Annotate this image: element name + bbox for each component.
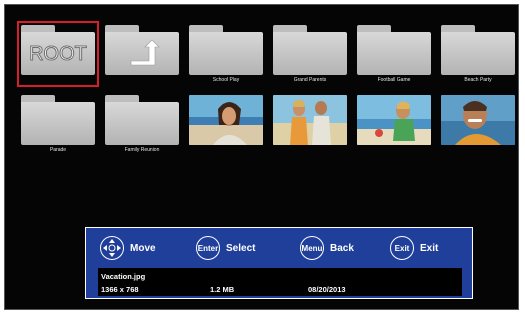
folder-label: Grand Parents <box>293 77 327 83</box>
file-date: 08/20/2013 <box>308 285 346 294</box>
select-label: Select <box>226 242 256 254</box>
photo-thumbnail <box>357 95 431 145</box>
folder-label: Beach Party <box>464 77 492 83</box>
photo-thumbnail <box>189 95 263 145</box>
folder-icon <box>441 25 515 75</box>
file-resolution: 1366 x 768 <box>101 285 139 294</box>
photo-tile-3[interactable] <box>355 93 433 155</box>
folder-icon <box>273 25 347 75</box>
folder-icon <box>189 25 263 75</box>
dpad-icon <box>100 236 124 260</box>
help-info-panel: Move Enter Select Menu Back Exit Exit Va… <box>85 227 473 299</box>
exit-hint: Exit Exit <box>390 234 438 262</box>
photo-tile-2[interactable] <box>271 93 349 155</box>
folder-icon <box>357 25 431 75</box>
file-name: Vacation.jpg <box>101 272 146 281</box>
folder-tile-football-game[interactable]: Football Game <box>355 23 433 85</box>
folder-icon <box>105 95 179 145</box>
folder-icon <box>21 95 95 145</box>
media-browser-screen: ROOT School Play Grand Parents Football … <box>4 4 519 310</box>
back-label: Back <box>330 242 354 254</box>
help-bar: Move Enter Select Menu Back Exit Exit <box>86 234 474 262</box>
root-folder-tile[interactable]: ROOT <box>17 21 99 87</box>
folder-label: Football Game <box>377 77 411 83</box>
photo-tile-1[interactable] <box>187 93 265 155</box>
up-arrow-icon <box>105 37 179 67</box>
folder-tile-school-play[interactable]: School Play <box>187 23 265 85</box>
folder-icon <box>105 25 179 75</box>
photo-thumbnail <box>273 95 347 145</box>
move-hint: Move <box>100 234 156 262</box>
select-hint: Enter Select <box>196 234 255 262</box>
folder-tile-parade[interactable]: Parade <box>19 93 97 155</box>
back-hint: Menu Back <box>300 234 354 262</box>
thumbnail-row-1: ROOT School Play Grand Parents Football … <box>17 21 518 93</box>
thumbnail-row-2: Parade Family Reunion <box>19 93 518 163</box>
photo-thumbnail <box>441 95 515 145</box>
exit-key-icon: Exit <box>390 236 414 260</box>
file-size: 1.2 MB <box>210 285 235 294</box>
folder-tile-family-reunion[interactable]: Family Reunion <box>103 93 181 155</box>
folder-tile-beach-party[interactable]: Beach Party <box>439 23 517 85</box>
folder-tile-grand-parents[interactable]: Grand Parents <box>271 23 349 85</box>
menu-key-icon: Menu <box>300 236 324 260</box>
up-folder-tile[interactable] <box>103 23 181 85</box>
exit-label: Exit <box>420 242 439 254</box>
root-label: ROOT <box>29 43 88 66</box>
folder-label: Parade <box>49 147 67 153</box>
move-label: Move <box>130 242 156 254</box>
folder-label: Family Reunion <box>124 147 160 153</box>
enter-key-icon: Enter <box>196 236 220 260</box>
folder-icon: ROOT <box>21 25 95 75</box>
photo-tile-4[interactable] <box>439 93 517 155</box>
folder-label: School Play <box>212 77 240 83</box>
file-info-box: Vacation.jpg 1366 x 768 1.2 MB 08/20/201… <box>98 268 462 296</box>
